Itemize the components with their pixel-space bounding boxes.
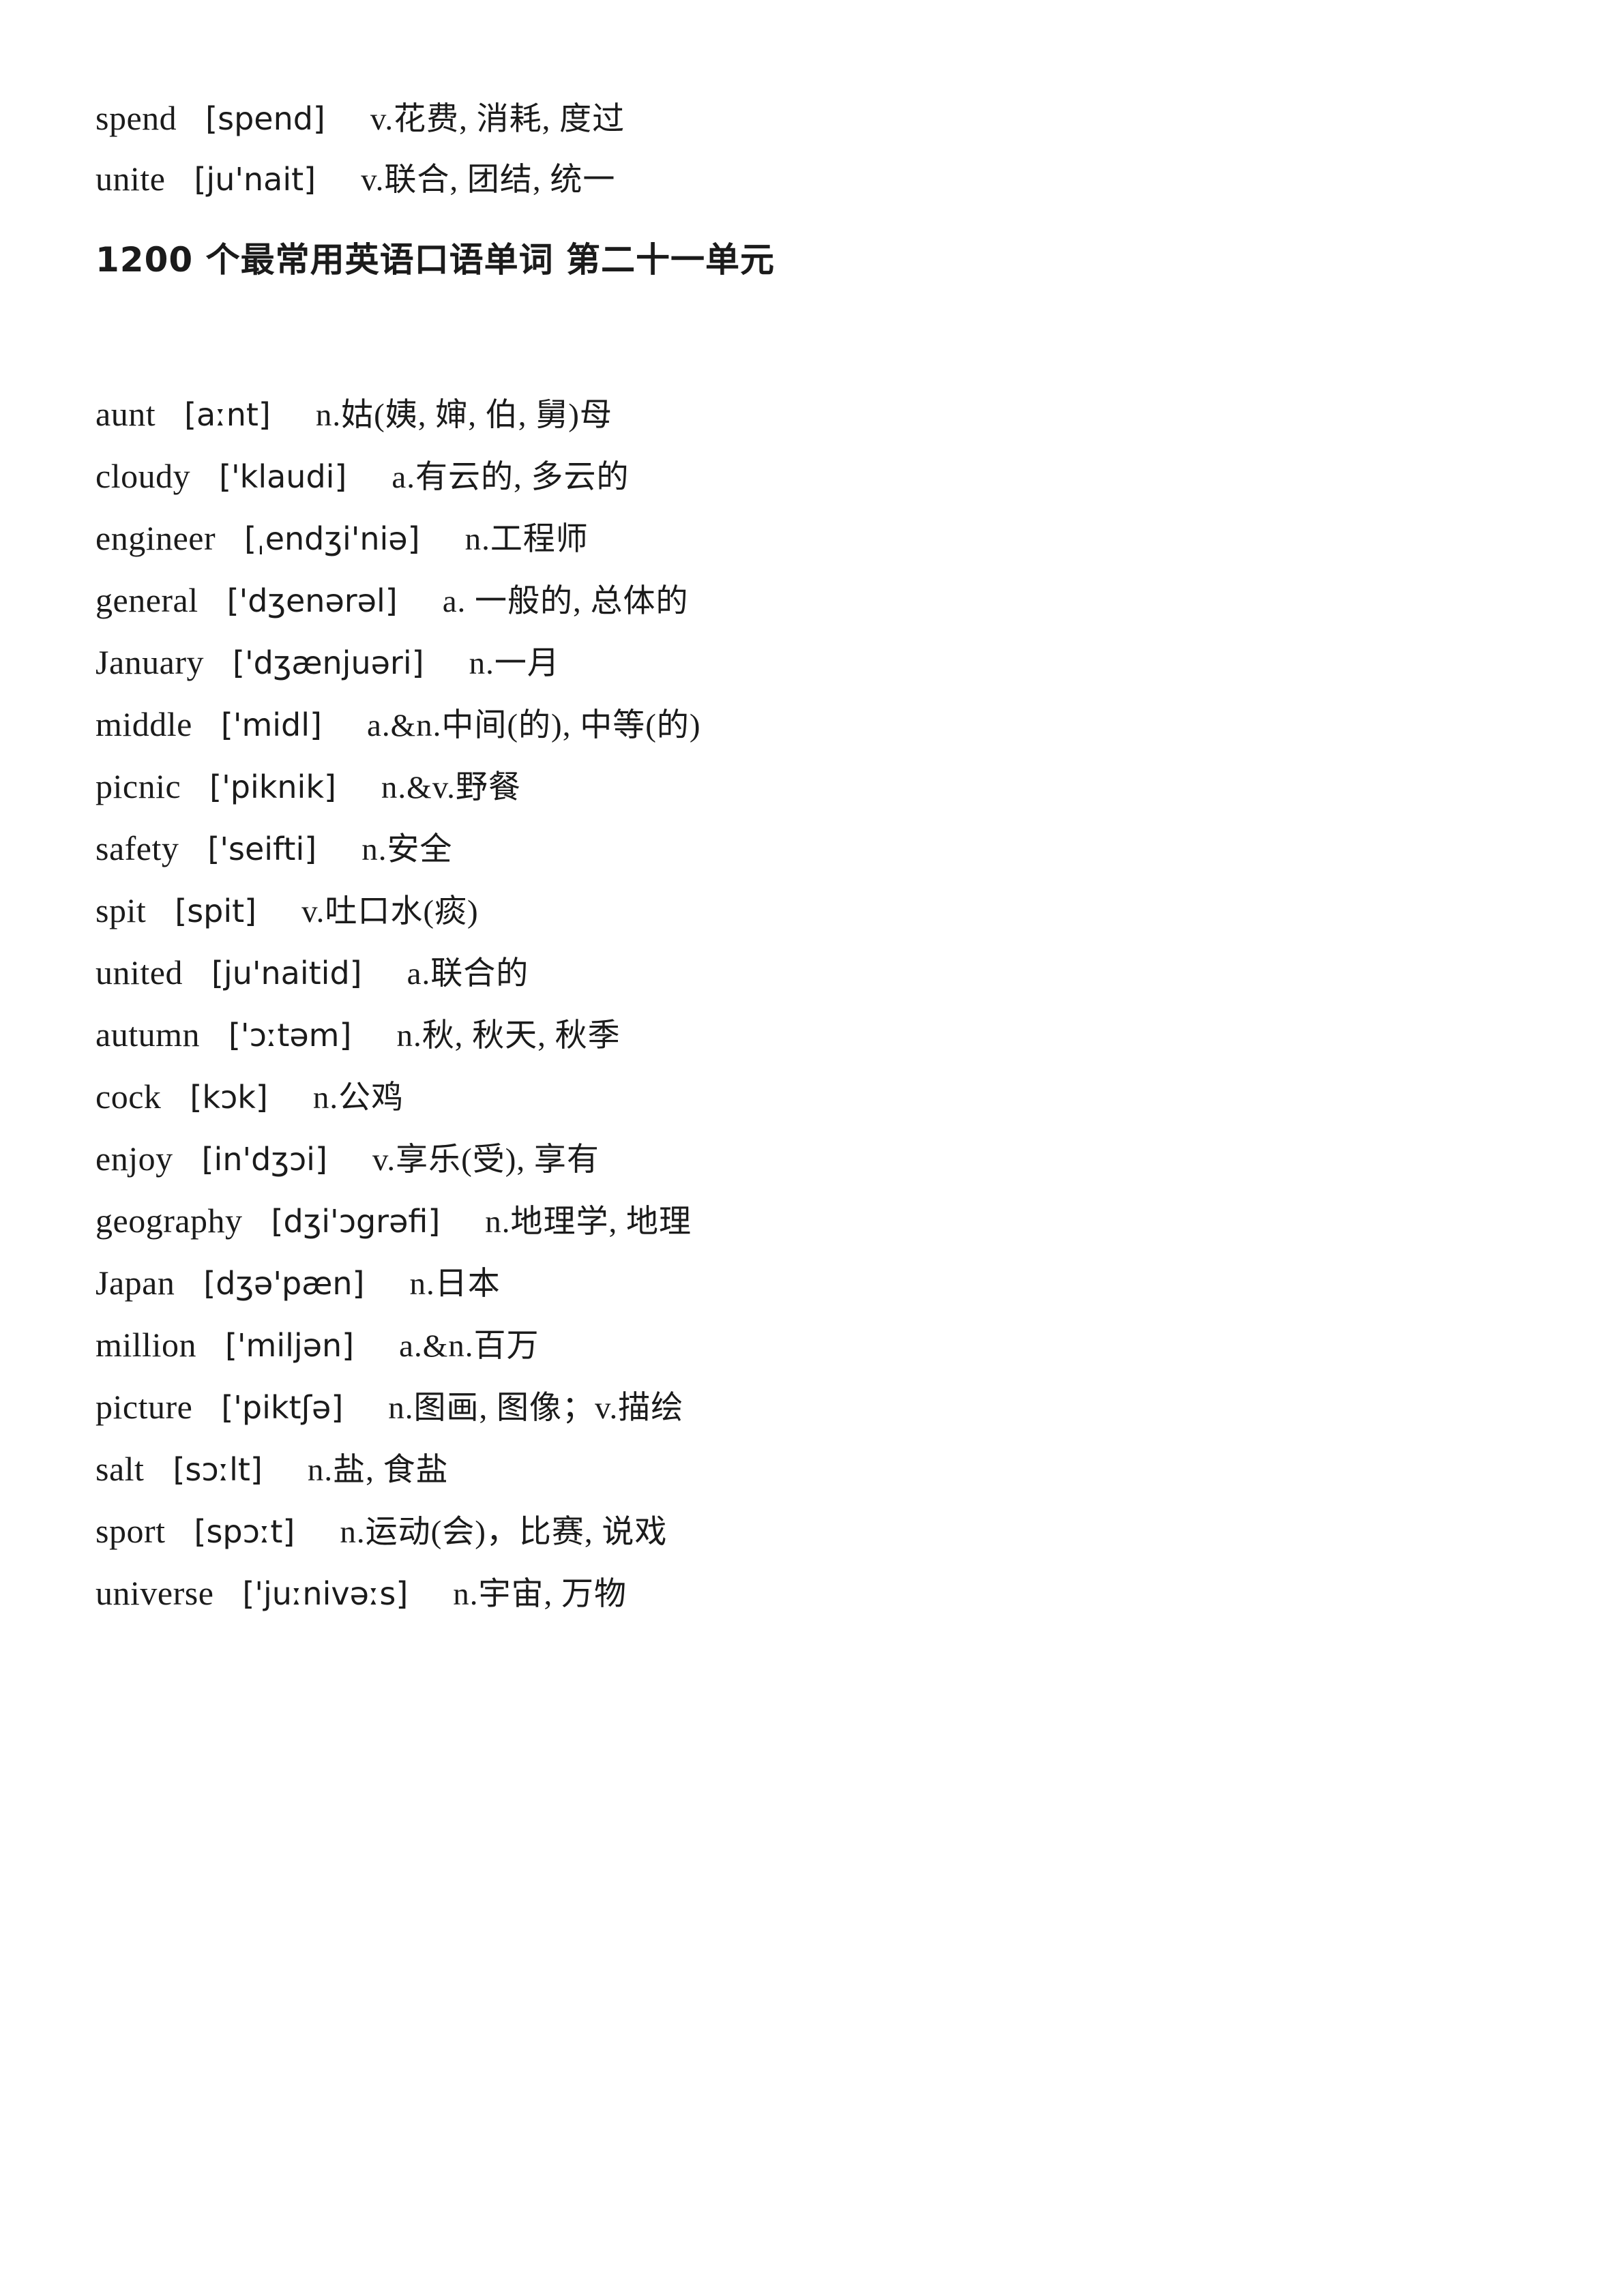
entry-phonetic: ['seifti] [207,831,317,867]
lead-entry-list: spend [spend] v.花费, 消耗, 度过 unite [ju'nait] v… [95,101,1528,196]
entry-word: enjoy [95,1139,173,1178]
entry-definition: a.&n.百万 [399,1328,540,1364]
vocabulary-entry: geography [dʒi'ɔgrəfi] n.地理学, 地理 [95,1204,1528,1238]
vocabulary-entry: universe ['juːnivəːs] n.宇宙, 万物 [95,1576,1528,1611]
vocabulary-entry: picnic ['piknik] n.&v.野餐 [95,769,1528,804]
entry-definition: n.秋, 秋天, 秋季 [396,1018,621,1054]
entry-definition: n.图画, 图像；v.描绘 [388,1390,684,1426]
entry-word: united [95,953,183,992]
vocabulary-entry: million ['miljən] a.&n.百万 [95,1328,1528,1362]
entry-word: general [95,581,198,619]
entry-definition: v.联合, 团结, 统一 [361,162,616,198]
entry-word: million [95,1326,196,1364]
entry-definition: n.安全 [361,832,453,867]
vocabulary-entry: aunt [aːnt] n.姑(姨, 婶, 伯, 舅)母 [95,397,1528,432]
entry-phonetic: [spend] [205,100,325,137]
entry-definition: n.公鸡 [312,1080,404,1116]
vocabulary-entry: salt [sɔːlt] n.盐, 食盐 [95,1452,1528,1487]
entry-phonetic: [ju'naitid] [211,955,362,992]
entry-phonetic: ['juːnivəːs] [242,1575,409,1612]
entry-word: salt [95,1450,145,1488]
vocabulary-entry: middle ['midl] a.&n.中间(的), 中等(的) [95,707,1528,742]
entry-phonetic: [sɔːlt] [173,1451,263,1488]
entry-word: picture [95,1388,193,1426]
entry-definition: a.联合的 [407,956,529,992]
entry-word: aunt [95,395,156,433]
entry-phonetic: [ju'nait] [194,161,316,198]
entry-phonetic: [dʒə'pæn] [203,1265,365,1302]
entry-word: engineer [95,519,216,557]
entry-definition: n.地理学, 地理 [485,1204,692,1240]
vocabulary-entry: autumn ['ɔːtəm] n.秋, 秋天, 秋季 [95,1017,1528,1052]
entry-definition: n.&v.野餐 [381,770,521,805]
vocabulary-entry: Japan [dʒə'pæn] n.日本 [95,1266,1528,1300]
entry-phonetic: [spit] [175,893,257,929]
vocabulary-entry: sport [spɔːt] n.运动(会)，比赛, 说戏 [95,1514,1528,1549]
entry-definition: v.吐口水(痰) [301,894,479,929]
vocabulary-list: aunt [aːnt] n.姑(姨, 婶, 伯, 舅)母 cloudy ['klaud… [95,397,1528,1611]
page-title: 1200 个最常用英语口语单词 第二十一单元 [95,240,775,280]
entry-definition: a.&n.中间(的), 中等(的) [366,708,701,743]
vocabulary-entry: cloudy ['klaudi] a.有云的, 多云的 [95,459,1528,494]
entry-phonetic: [ˌendʒi'niə] [244,520,420,557]
entry-phonetic: [dʒi'ɔgrəfi] [271,1203,441,1240]
vocabulary-entry: engineer [ˌendʒi'niə] n.工程师 [95,521,1528,556]
vocabulary-entry: united [ju'naitid] a.联合的 [95,955,1528,990]
entry-phonetic: [kɔk] [190,1079,268,1116]
entry-phonetic: ['midl] [220,706,322,743]
entry-phonetic: ['dʒænjuəri] [233,644,424,681]
entry-word: picnic [95,767,181,805]
entry-phonetic: ['miljən] [224,1327,355,1364]
entry-word: universe [95,1574,214,1612]
entry-phonetic: ['piknik] [209,769,336,805]
vocabulary-entry: spend [spend] v.花费, 消耗, 度过 [95,101,1528,136]
entry-definition: n.运动(会)，比赛, 说戏 [340,1515,668,1550]
entry-phonetic: ['piktʃə] [221,1389,344,1426]
entry-phonetic: [in'dʒɔi] [201,1141,327,1178]
entry-word: sport [95,1512,166,1550]
entry-word: middle [95,705,192,743]
entry-definition: n.姑(姨, 婶, 伯, 舅)母 [315,398,612,433]
document-page: spend [spend] v.花费, 消耗, 度过 unite [ju'nait] v… [0,0,1624,2296]
entry-word: spend [95,99,177,137]
entry-word: Japan [95,1264,175,1302]
entry-definition: a. 一般的, 总体的 [442,584,689,619]
entry-word: unite [95,160,166,198]
entry-definition: v.享乐(受), 享有 [372,1142,600,1178]
entry-definition: v.花费, 消耗, 度过 [370,102,625,137]
entry-phonetic: ['klaudi] [219,458,347,495]
entry-definition: n.工程师 [464,522,589,557]
entry-definition: n.宇宙, 万物 [453,1577,628,1612]
entry-word: autumn [95,1015,200,1054]
entry-phonetic: [aːnt] [184,396,271,433]
entry-phonetic: [spɔːt] [194,1513,295,1550]
entry-word: January [95,643,204,681]
entry-word: geography [95,1202,243,1240]
entry-word: spit [95,891,147,929]
vocabulary-entry: spit [spit] v.吐口水(痰) [95,893,1528,928]
entry-word: cloudy [95,457,191,495]
entry-definition: n.盐, 食盐 [307,1452,449,1488]
vocabulary-entry: safety ['seifti] n.安全 [95,831,1528,866]
entry-word: safety [95,829,179,867]
vocabulary-entry: January ['dʒænjuəri] n.一月 [95,645,1528,680]
entry-phonetic: ['ɔːtəm] [228,1017,352,1054]
vocabulary-entry: cock [kɔk] n.公鸡 [95,1079,1528,1114]
vocabulary-entry: unite [ju'nait] v.联合, 团结, 统一 [95,162,1528,196]
entry-definition: n.一月 [469,646,560,681]
entry-phonetic: ['dʒenərəl] [226,582,398,619]
entry-word: cock [95,1077,162,1116]
entry-definition: n.日本 [409,1266,501,1302]
vocabulary-entry: enjoy [in'dʒɔi] v.享乐(受), 享有 [95,1142,1528,1176]
entry-definition: a.有云的, 多云的 [392,460,630,495]
document-content: spend [spend] v.花费, 消耗, 度过 unite [ju'nait] v… [95,101,1528,1611]
vocabulary-entry: picture ['piktʃə] n.图画, 图像；v.描绘 [95,1390,1528,1425]
vocabulary-entry: general ['dʒenərəl] a. 一般的, 总体的 [95,583,1528,618]
